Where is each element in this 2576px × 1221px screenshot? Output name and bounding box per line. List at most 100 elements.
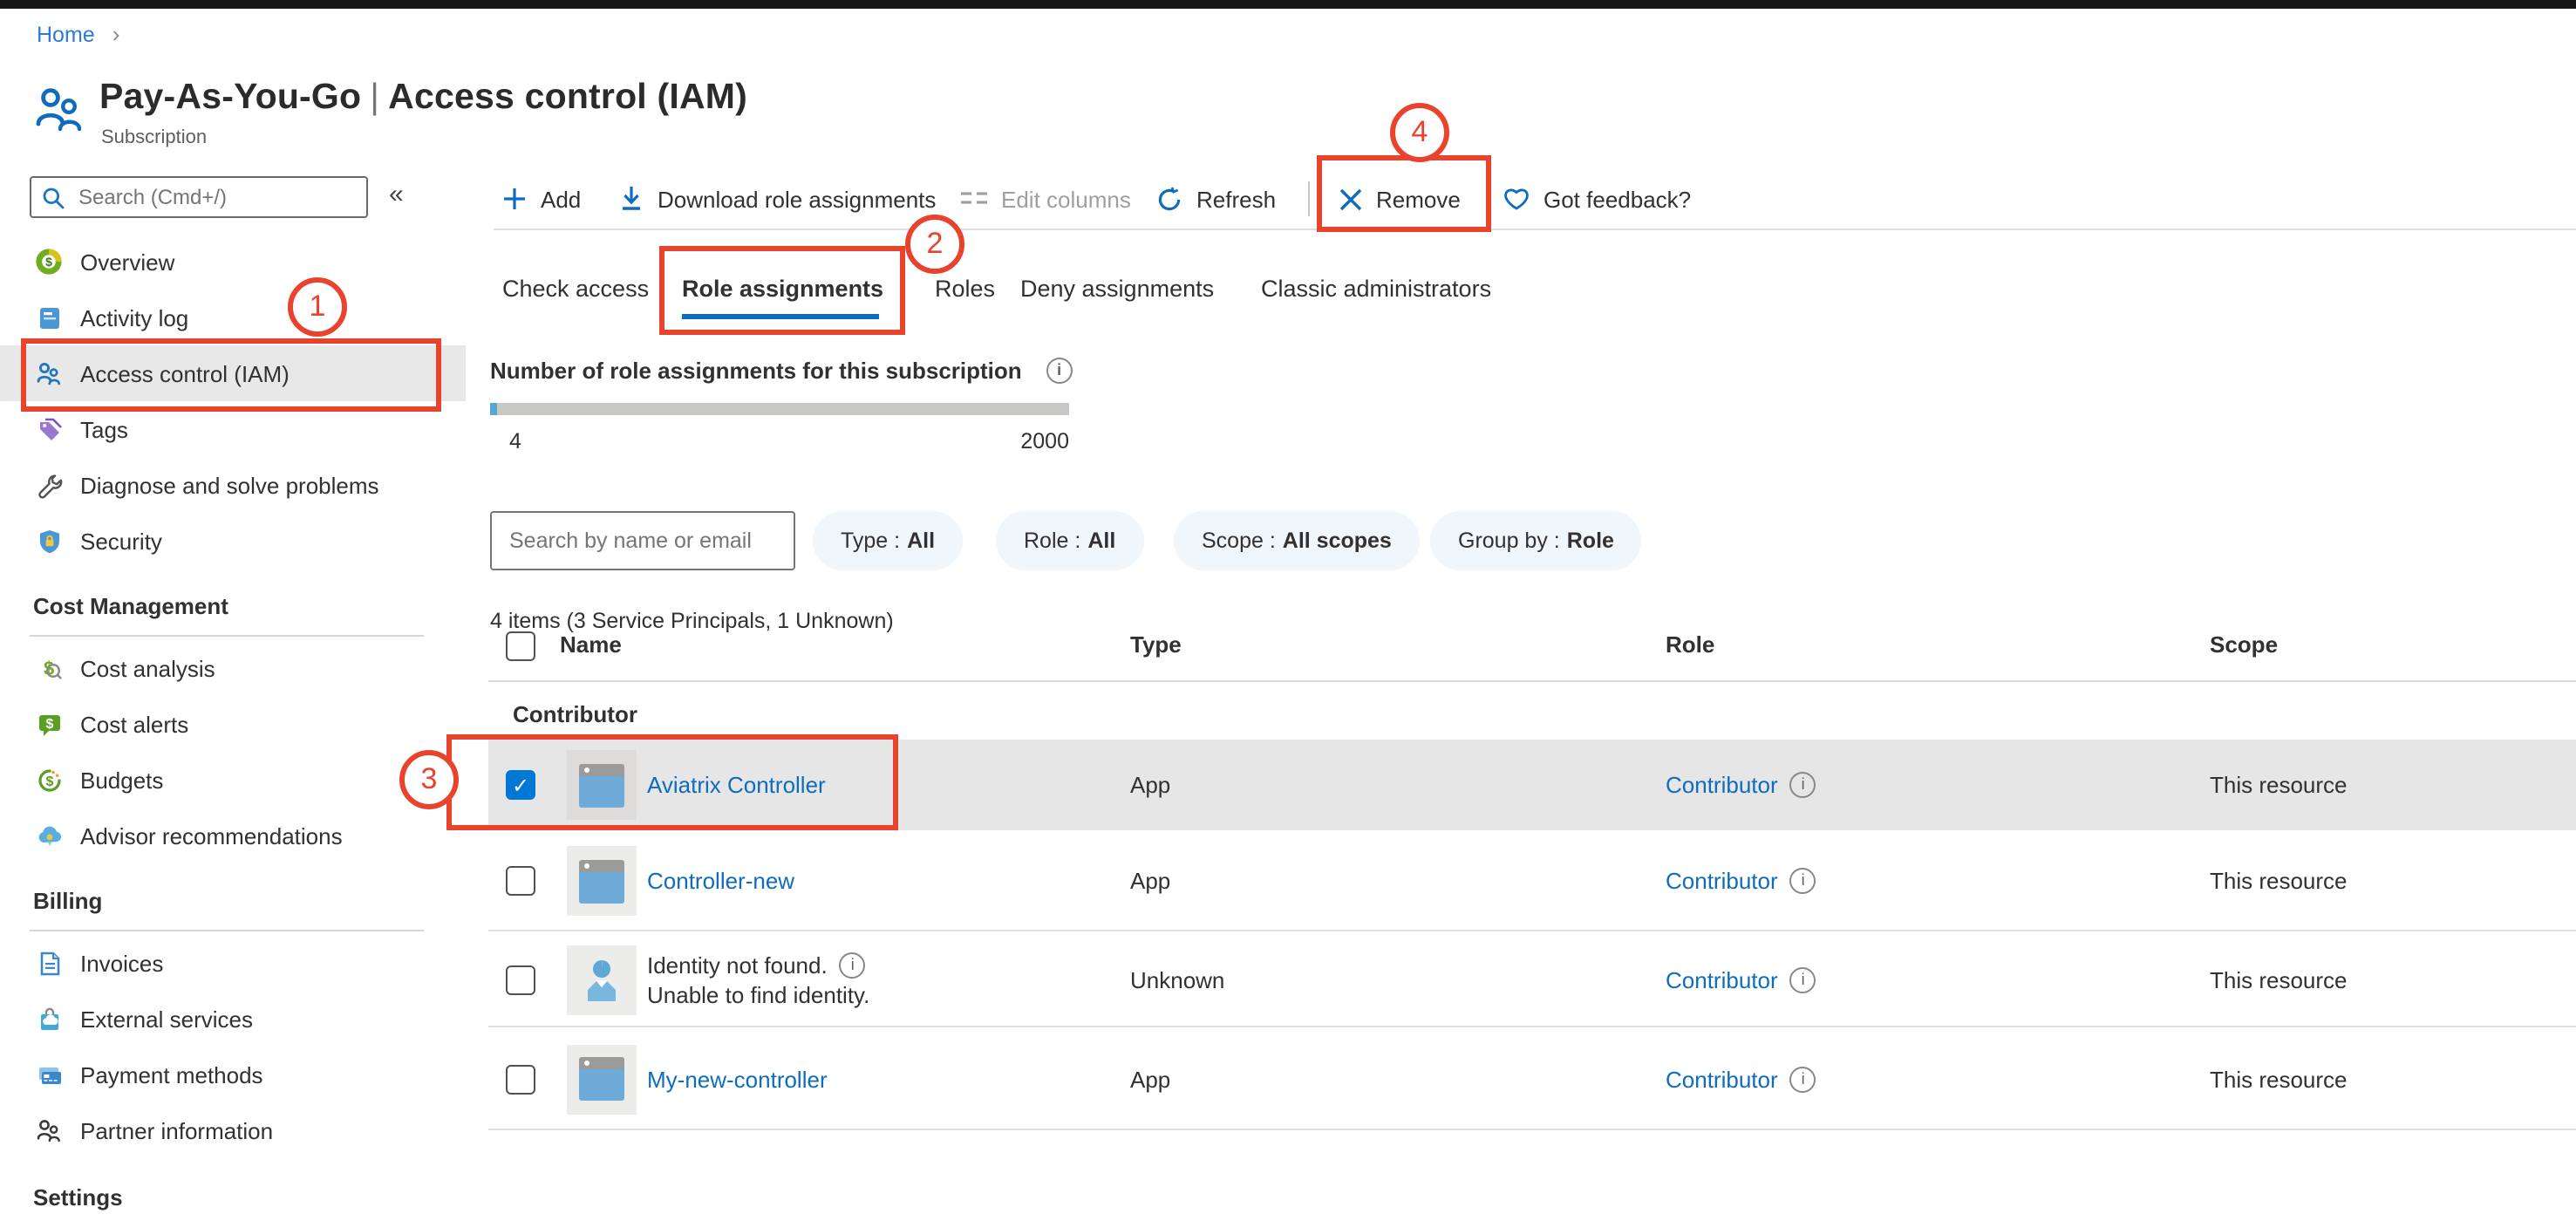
sidebar-item-access-control[interactable]: Access control (IAM) [0, 345, 466, 401]
download-role-assignments-button[interactable]: Download role assignments [619, 173, 936, 225]
remove-button[interactable]: Remove [1339, 173, 1461, 225]
filter-pill-type[interactable]: Type : All [813, 511, 964, 570]
meter-track [490, 403, 1069, 415]
sidebar-section-settings: Settings [33, 1184, 123, 1211]
row-name-link[interactable]: Aviatrix Controller [647, 772, 826, 798]
sidebar-section-cost-management: Cost Management [33, 593, 228, 619]
row-checkbox[interactable]: ✓ [506, 770, 535, 800]
filter-search-input[interactable] [506, 527, 780, 555]
role-link[interactable]: Contributor [1666, 772, 1778, 798]
row-role: Contributor i [1666, 868, 1816, 894]
annotation-step-1: 1 [288, 277, 347, 337]
subscription-people-icon [31, 80, 87, 136]
refresh-button[interactable]: Refresh [1156, 173, 1276, 225]
tab-check-access[interactable]: Check access [502, 267, 649, 309]
column-header-name[interactable]: Name [560, 631, 622, 658]
sidebar-item-security[interactable]: Security [0, 513, 466, 569]
table-row[interactable]: My-new-controller App Contributor i This… [488, 1029, 2576, 1130]
sidebar-item-tags[interactable]: Tags [0, 401, 466, 457]
table-row[interactable]: Identity not found. i Unable to find ide… [488, 933, 2576, 1027]
column-header-role[interactable]: Role [1666, 631, 1714, 658]
row-role: Contributor i [1666, 772, 1816, 798]
row-type: App [1130, 1066, 1171, 1092]
activity-log-icon [35, 304, 63, 331]
tab-roles[interactable]: Roles [935, 267, 995, 309]
info-icon[interactable]: i [1789, 772, 1816, 798]
filter-pill-role[interactable]: Role : All [996, 511, 1144, 570]
role-link[interactable]: Contributor [1666, 966, 1778, 992]
info-icon[interactable]: i [1046, 358, 1073, 384]
table-row[interactable]: Controller-new App Contributor i This re… [488, 832, 2576, 931]
meter-fill [490, 403, 497, 415]
annotation-step-2: 2 [905, 215, 964, 274]
sidebar-item-invoices[interactable]: Invoices [0, 935, 466, 991]
app-icon [567, 846, 637, 916]
overview-donut-icon: $ [35, 248, 63, 276]
plus-icon [502, 187, 527, 211]
edit-columns-button[interactable]: Edit columns [961, 173, 1131, 225]
unknown-identity-icon [567, 945, 637, 1014]
svg-text:$: $ [45, 774, 53, 788]
search-icon [42, 186, 65, 208]
info-icon[interactable]: i [1789, 868, 1816, 894]
sidebar-item-external-services[interactable]: External services [0, 991, 466, 1047]
cost-analysis-icon: $ [35, 654, 63, 682]
sidebar-search-input[interactable] [75, 183, 356, 211]
row-name-block: Identity not found. i Unable to find ide… [647, 952, 869, 1007]
collapse-sidebar-icon[interactable]: « [389, 180, 404, 209]
download-icon [619, 185, 644, 213]
breadcrumb: Home › [37, 21, 119, 47]
svg-text:$: $ [45, 255, 52, 269]
sidebar-item-label: Access control (IAM) [80, 360, 290, 386]
sidebar-item-label: Diagnose and solve problems [80, 472, 379, 498]
sidebar-item-budgets[interactable]: $ Budgets [0, 752, 466, 808]
tab-deny-assignments[interactable]: Deny assignments [1020, 267, 1214, 309]
row-type: Unknown [1130, 966, 1225, 992]
filter-pill-group-by[interactable]: Group by : Role [1430, 511, 1642, 570]
page-title: Pay-As-You-Go | Access control (IAM) [99, 77, 747, 117]
toolbar-bottom-divider [494, 229, 2576, 230]
refresh-icon [1156, 186, 1182, 212]
row-scope: This resource [2210, 966, 2348, 992]
tab-role-assignments[interactable]: Role assignments [682, 267, 883, 309]
divider [30, 635, 424, 637]
row-name-link[interactable]: Controller-new [647, 868, 794, 894]
sidebar-item-label: Tags [80, 416, 128, 442]
row-name-link[interactable]: My-new-controller [647, 1066, 828, 1092]
role-link[interactable]: Contributor [1666, 868, 1778, 894]
meter-title: Number of role assignments for this subs… [490, 358, 1073, 384]
breadcrumb-home-link[interactable]: Home [37, 22, 95, 46]
meter-max-value: 2000 [1020, 429, 1069, 454]
row-scope: This resource [2210, 772, 2348, 798]
select-all-checkbox[interactable] [506, 631, 535, 661]
annotation-step-3: 3 [399, 750, 459, 809]
row-checkbox[interactable] [506, 866, 535, 896]
sidebar-item-payment-methods[interactable]: Payment methods [0, 1047, 466, 1102]
filter-search [490, 511, 795, 570]
got-feedback-button[interactable]: Got feedback? [1503, 173, 1691, 225]
column-header-type[interactable]: Type [1130, 631, 1182, 658]
row-checkbox[interactable] [506, 1064, 535, 1094]
filter-pill-scope[interactable]: Scope : All scopes [1174, 511, 1420, 570]
sidebar-item-overview[interactable]: $ Overview [0, 234, 466, 290]
table-row[interactable]: ✓ Aviatrix Controller App Contributor i … [488, 740, 2576, 830]
sidebar-item-partner-information[interactable]: Partner information [0, 1102, 466, 1158]
column-header-scope[interactable]: Scope [2210, 631, 2278, 658]
info-icon[interactable]: i [839, 952, 866, 978]
info-icon[interactable]: i [1789, 966, 1816, 992]
items-summary: 4 items (3 Service Principals, 1 Unknown… [490, 609, 894, 633]
sidebar-item-cost-analysis[interactable]: $ Cost analysis [0, 640, 466, 696]
tags-icon [35, 415, 63, 443]
sidebar-item-activity-log[interactable]: Activity log [0, 290, 466, 345]
sidebar-item-label: External services [80, 1006, 253, 1032]
sidebar-item-cost-alerts[interactable]: $ Cost alerts [0, 696, 466, 752]
row-checkbox[interactable] [506, 965, 535, 994]
role-link[interactable]: Contributor [1666, 1066, 1778, 1092]
sidebar-item-diagnose[interactable]: Diagnose and solve problems [0, 457, 466, 513]
add-button[interactable]: Add [502, 173, 581, 225]
sidebar-item-label: Cost analysis [80, 655, 215, 681]
info-icon[interactable]: i [1789, 1066, 1816, 1092]
app-icon [567, 750, 637, 820]
tab-classic-administrators[interactable]: Classic administrators [1261, 267, 1491, 309]
sidebar-item-advisor[interactable]: Advisor recommendations [0, 808, 466, 863]
